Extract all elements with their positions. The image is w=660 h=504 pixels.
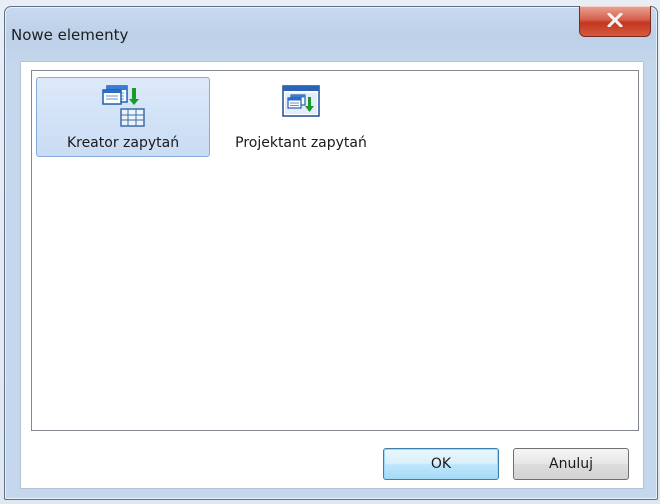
- cancel-button[interactable]: Anuluj: [513, 448, 629, 480]
- dialog-body: Kreator zapytań Projektant zapytań OK An…: [20, 61, 644, 489]
- list-item-query-wizard[interactable]: Kreator zapytań: [36, 77, 210, 157]
- items-list[interactable]: Kreator zapytań Projektant zapytań: [31, 70, 639, 431]
- close-x-icon: [607, 13, 623, 27]
- close-button[interactable]: [579, 6, 651, 37]
- list-item-label: Kreator zapytań: [66, 135, 180, 151]
- query-designer-icon: [282, 85, 320, 117]
- query-wizard-icon: [102, 85, 145, 127]
- ok-button[interactable]: OK: [383, 448, 499, 480]
- list-item-query-designer[interactable]: Projektant zapytań: [218, 77, 384, 157]
- title-bar[interactable]: Nowe elementy: [5, 6, 657, 51]
- list-item-label: Projektant zapytań: [235, 135, 367, 151]
- window-title: Nowe elementy: [11, 26, 129, 44]
- new-items-dialog: Nowe elementy Kreator zapytań Projektant…: [4, 6, 658, 500]
